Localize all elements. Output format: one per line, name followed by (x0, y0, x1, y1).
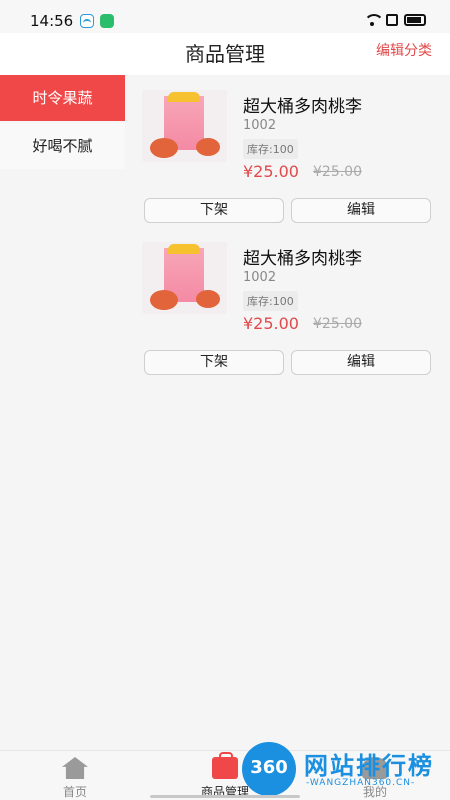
bag-icon (212, 752, 238, 779)
stock-badge: 库存:100 (243, 291, 298, 311)
product-price: ¥25.00 (243, 314, 299, 333)
status-time: 14:56 (30, 12, 74, 30)
product-card: 超大桶多肉桃李 1002 库存:100 ¥25.00 ¥25.00 下架 编辑 (137, 75, 437, 227)
product-image (142, 90, 227, 162)
product-name: 超大桶多肉桃李 (243, 97, 362, 117)
home-icon (62, 757, 88, 779)
gesture-bar (150, 795, 300, 798)
watermark-badge: 360 (242, 742, 296, 796)
tab-home[interactable]: 首页 (0, 751, 150, 800)
product-code: 1002 (243, 270, 277, 285)
stock-badge: 库存:100 (243, 139, 298, 159)
original-price: ¥25.00 (313, 164, 362, 180)
app-notification-icon-2 (100, 14, 114, 28)
status-indicators (364, 14, 426, 26)
edit-product-button[interactable]: 编辑 (291, 350, 431, 375)
app-notification-icon (80, 14, 94, 28)
header: 商品管理 编辑分类 (0, 33, 450, 75)
edit-product-button[interactable]: 编辑 (291, 198, 431, 223)
original-price: ¥25.00 (313, 316, 362, 332)
take-down-button[interactable]: 下架 (144, 350, 284, 375)
product-list: 超大桶多肉桃李 1002 库存:100 ¥25.00 ¥25.00 下架 编辑 … (137, 75, 437, 379)
product-code: 1002 (243, 118, 277, 133)
sidebar-item-seasonal[interactable]: 时令果蔬 (0, 75, 125, 121)
watermark: 360 网站排行榜 -WANGZHAN360.CN- (240, 740, 450, 798)
product-image (142, 242, 227, 314)
wifi-icon (364, 14, 384, 26)
watermark-text: 网站排行榜 (304, 752, 434, 780)
category-sidebar: 时令果蔬 好喝不腻 (0, 75, 125, 750)
take-down-button[interactable]: 下架 (144, 198, 284, 223)
product-card: 超大桶多肉桃李 1002 库存:100 ¥25.00 ¥25.00 下架 编辑 (137, 227, 437, 379)
edit-category-button[interactable]: 编辑分类 (376, 40, 432, 60)
watermark-subtext: -WANGZHAN360.CN- (306, 778, 416, 788)
sim-icon (386, 14, 398, 26)
sidebar-item-drinks[interactable]: 好喝不腻 (0, 123, 125, 169)
product-name: 超大桶多肉桃李 (243, 249, 362, 269)
battery-icon (404, 14, 426, 26)
tab-label: 首页 (62, 785, 87, 799)
product-price: ¥25.00 (243, 162, 299, 181)
